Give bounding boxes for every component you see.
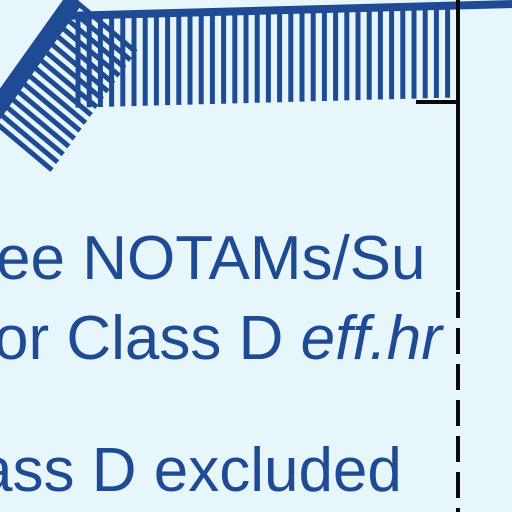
class-d-note-line2: or Class D eff.hr — [0, 308, 442, 370]
horizontal-hatched-boundary — [61, 0, 512, 108]
class-d-excluded-note: ass D excluded — [0, 436, 402, 505]
diagonal-hatched-boundary — [0, 0, 138, 172]
notam-note-line1: ee NOTAMs/Su — [0, 224, 426, 293]
class-d-note-text: or Class D — [0, 304, 301, 373]
class-d-note-eff: eff.hr — [300, 304, 442, 373]
